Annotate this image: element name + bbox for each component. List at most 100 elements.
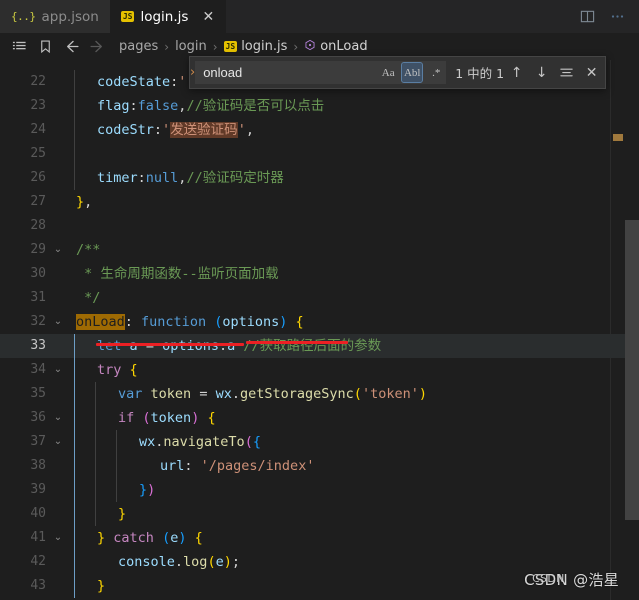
line-number: 28: [30, 218, 46, 233]
tab-label: app.json: [41, 8, 99, 25]
indent-guide: [116, 430, 117, 502]
fold-chevron-icon[interactable]: ⌄: [50, 310, 66, 334]
code-line[interactable]: 25: [0, 142, 639, 166]
find-input-wrapper[interactable]: Aa Abl .*: [195, 61, 448, 84]
breadcrumb-label: onLoad: [320, 39, 368, 54]
code-text: flag:false,//验证码是否可以点击: [97, 98, 325, 114]
fold-chevron-icon[interactable]: ⌄: [50, 238, 66, 262]
more-actions-icon[interactable]: [609, 9, 625, 25]
fold-chevron-icon[interactable]: ⌄: [50, 358, 66, 382]
overview-ruler: [610, 60, 625, 600]
indent-guide: [74, 70, 75, 190]
code-line[interactable]: 31 */: [0, 286, 639, 310]
close-tab-button[interactable]: ✕: [201, 10, 215, 24]
line-number: 24: [30, 122, 46, 137]
line-number: 36: [30, 410, 46, 425]
line-number: 22: [30, 74, 46, 89]
breadcrumb-separator: ›: [164, 39, 170, 54]
code-text: codeStr:'发送验证码',: [97, 122, 254, 138]
close-find-button[interactable]: ✕: [579, 61, 604, 85]
find-result-count: 1 中的 1: [455, 66, 505, 81]
editor-vertical-scrollbar[interactable]: [625, 60, 639, 600]
match-case-toggle[interactable]: Aa: [378, 63, 398, 82]
search-input[interactable]: [203, 62, 379, 83]
breadcrumb-item-pages[interactable]: pages: [116, 39, 161, 54]
active-line-ruler-highlight: [600, 334, 625, 358]
toggle-panel-icon[interactable]: [6, 36, 32, 58]
code-text: },: [76, 194, 93, 210]
split-editor-right-icon[interactable]: [579, 9, 595, 25]
code-line[interactable]: 34 ⌄ try {: [0, 358, 639, 382]
breadcrumb: pages › login › JS login.js › onLoad: [116, 39, 371, 54]
match-whole-word-toggle[interactable]: Abl: [401, 62, 424, 83]
code-line[interactable]: 41 ⌄} catch (e) {: [0, 526, 639, 550]
line-number: 33: [30, 338, 46, 353]
fold-chevron-icon[interactable]: ⌄: [50, 406, 66, 430]
find-in-selection-button[interactable]: [554, 61, 579, 85]
fold-chevron-icon[interactable]: ⌄: [50, 430, 66, 454]
line-number: 34: [30, 362, 46, 377]
breadcrumb-item-login[interactable]: login: [172, 39, 210, 54]
tab-label: login.js: [140, 8, 189, 25]
code-line[interactable]: 29 ⌄ /**: [0, 238, 639, 262]
code-line[interactable]: 30 * 生命周期函数--监听页面加载: [0, 262, 639, 286]
line-number: 43: [30, 578, 46, 593]
red-underline: [96, 343, 244, 346]
code-line[interactable]: 33 let a = options.a //获取路径后面的参数: [0, 334, 639, 358]
red-underline: [246, 341, 348, 344]
search-match-marker: [613, 134, 623, 141]
code-text: var token = wx.getStorageSync('token'): [118, 386, 427, 402]
use-regex-toggle[interactable]: .*: [426, 63, 446, 82]
line-number: 35: [30, 386, 46, 401]
bookmark-icon[interactable]: [32, 36, 58, 58]
breadcrumb-label: pages: [119, 39, 159, 54]
line-number: 38: [30, 458, 46, 473]
code-text: wx.navigateTo({: [139, 434, 261, 450]
code-text: onLoad: function (options) {: [76, 314, 304, 330]
navigate-back-icon[interactable]: [58, 36, 84, 58]
breadcrumb-item-onload[interactable]: onLoad: [301, 39, 370, 54]
code-editor[interactable]: 22codeState:'',//23flag:false,//验证码是否可以点…: [0, 60, 639, 600]
js-file-icon: JS: [223, 41, 238, 52]
code-line[interactable]: 27},: [0, 190, 639, 214]
indent-guide: [95, 382, 96, 526]
breadcrumb-separator: ›: [293, 39, 299, 54]
find-actions: ↑ ↓ ✕: [504, 61, 608, 85]
code-text: /**: [76, 242, 101, 258]
code-text: timer:null,//验证码定时器: [97, 170, 284, 186]
line-number: 23: [30, 98, 46, 113]
code-line[interactable]: 32 ⌄ onLoad: function (options) {: [0, 310, 639, 334]
line-number: 25: [30, 146, 46, 161]
code-line[interactable]: 26 timer:null,//验证码定时器: [0, 166, 639, 190]
next-match-button[interactable]: ↓: [529, 61, 554, 85]
code-line[interactable]: 23 flag:false,//验证码是否可以点击: [0, 94, 639, 118]
code-text: console.log(e);: [118, 554, 240, 570]
json-braces-icon: {..}: [11, 10, 36, 23]
find-options: Aa Abl .*: [378, 62, 448, 83]
line-number: 39: [30, 482, 46, 497]
vscode-window: {..} app.json JS login.js ✕ pages › logi…: [0, 0, 639, 600]
tab-login-js[interactable]: JS login.js ✕: [109, 0, 227, 33]
fold-chevron-icon[interactable]: ⌄: [50, 526, 66, 550]
breadcrumb-label: login.js: [241, 39, 288, 54]
navigate-forward-icon[interactable]: [84, 36, 110, 58]
line-number: 26: [30, 170, 46, 185]
code-text: let a = options.a //获取路径后面的参数: [97, 338, 382, 354]
tab-bar-empty-space: [226, 0, 575, 33]
code-text: }: [97, 578, 106, 594]
previous-match-button[interactable]: ↑: [504, 61, 529, 85]
watermark-secondary-text: CSDN: [532, 572, 565, 585]
find-widget[interactable]: › Aa Abl .* 1 中的 1 ↑ ↓ ✕: [189, 56, 606, 89]
line-number: 41: [30, 530, 46, 545]
code-text: if (token) {: [118, 410, 216, 426]
js-file-icon: JS: [120, 11, 135, 22]
code-line[interactable]: 28: [0, 214, 639, 238]
code-text: try {: [97, 362, 138, 378]
tab-app-json[interactable]: {..} app.json: [0, 0, 110, 33]
scrollbar-thumb[interactable]: [625, 220, 639, 520]
code-line[interactable]: 24 codeStr:'发送验证码',: [0, 118, 639, 142]
breadcrumb-item-login-js[interactable]: JS login.js: [221, 39, 291, 54]
breadcrumb-label: login: [175, 39, 207, 54]
line-number: 30: [30, 266, 46, 281]
line-number: 37: [30, 434, 46, 449]
